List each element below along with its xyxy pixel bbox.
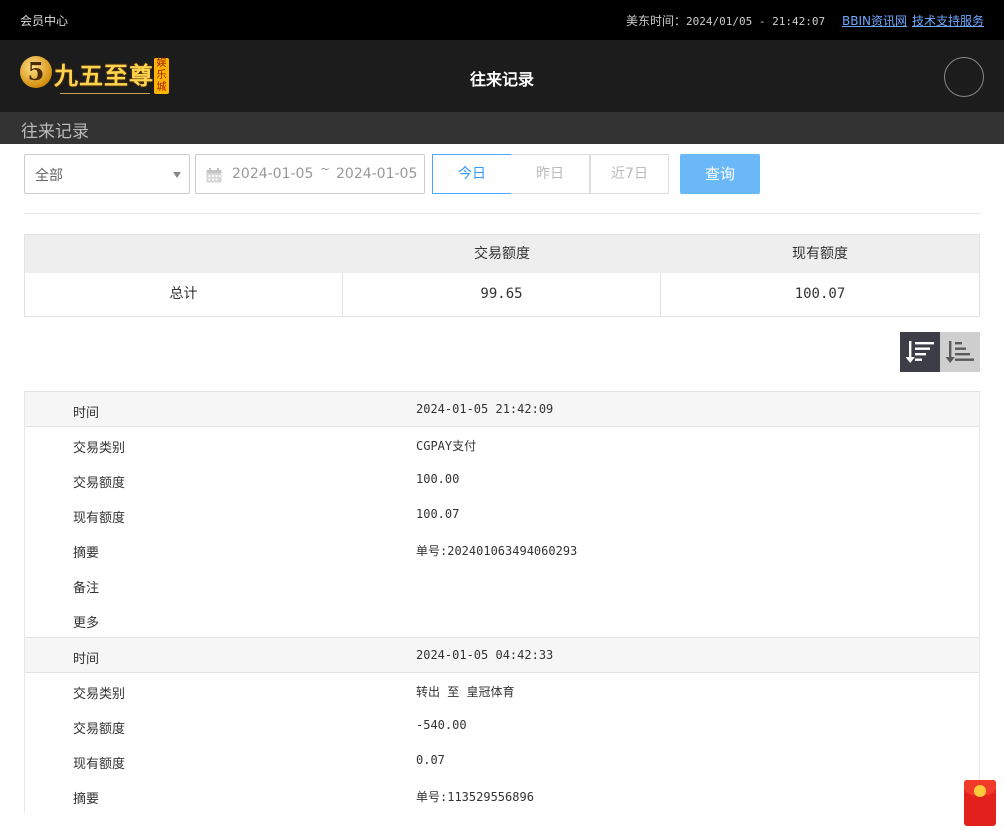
summary-header-cell: 现有额度 bbox=[792, 246, 848, 262]
records-list: 时间 2024-01-05 21:42:09 交易类别 CGPAY支付 交易额度… bbox=[24, 391, 980, 813]
calendar-icon bbox=[206, 168, 222, 183]
record-label: 交易额度 bbox=[73, 722, 126, 737]
record-more-row[interactable]: 更多 bbox=[25, 602, 979, 637]
top-bar: 会员中心 美东时间：2024/01/05 - 21:42:07 BBIN资讯网 … bbox=[0, 0, 1004, 40]
record-row: 时间 2024-01-05 21:42:09 bbox=[25, 391, 979, 427]
member-center-link[interactable]: 会员中心 bbox=[20, 12, 68, 29]
record-label: 时间 bbox=[73, 406, 100, 421]
record-value: 0.07 bbox=[416, 753, 445, 767]
record-value: 2024-01-05 04:42:33 bbox=[416, 648, 554, 662]
record-value: CGPAY支付 bbox=[416, 439, 477, 453]
record-row: 摘要 单号:202401063494060293 bbox=[25, 532, 979, 567]
est-time-value: 2024/01/05 - 21:42:07 bbox=[686, 15, 826, 28]
record-label: 现有额度 bbox=[73, 757, 126, 772]
record-card: 时间 2024-01-05 04:42:33 交易类别 转出 至 皇冠体育 交易… bbox=[25, 637, 979, 813]
record-value: 100.07 bbox=[416, 507, 460, 521]
record-value: 单号:202401063494060293 bbox=[416, 544, 578, 558]
record-label: 摘要 bbox=[73, 792, 100, 807]
filter-bar: 全部 2024-01-05 ~ 2024-01-05 今日 昨日 近7日 查询 bbox=[24, 154, 984, 194]
est-time: 美东时间：2024/01/05 - 21:42:07 bbox=[626, 12, 825, 29]
record-value: 单号:113529556896 bbox=[416, 790, 534, 804]
record-row: 现有额度 100.07 bbox=[25, 497, 979, 532]
type-select-value: 全部 bbox=[35, 168, 63, 184]
record-label: 交易类别 bbox=[73, 441, 126, 456]
divider bbox=[24, 213, 980, 214]
summary-header-cell bbox=[25, 235, 343, 273]
record-label: 备注 bbox=[73, 581, 100, 596]
header: 5 九五至尊 娱乐城 往来记录 bbox=[0, 40, 1004, 113]
section-title-bar: 往来记录 bbox=[0, 113, 1004, 144]
yesterday-button[interactable]: 昨日 bbox=[511, 154, 590, 194]
record-row: 交易额度 -540.00 bbox=[25, 708, 979, 743]
caret-down-icon bbox=[173, 172, 181, 178]
date-separator: ~ bbox=[320, 162, 331, 176]
today-button[interactable]: 今日 bbox=[432, 154, 512, 194]
sort-asc-icon bbox=[945, 341, 974, 363]
record-row: 交易额度 100.00 bbox=[25, 462, 979, 497]
record-value: -540.00 bbox=[416, 718, 467, 732]
record-row: 交易类别 转出 至 皇冠体育 bbox=[25, 673, 979, 708]
est-time-label: 美东时间： bbox=[626, 14, 687, 28]
record-label: 交易类别 bbox=[73, 687, 126, 702]
record-value: 100.00 bbox=[416, 472, 460, 486]
record-row: 备注 bbox=[25, 567, 979, 602]
summary-cell: 99.65 bbox=[343, 273, 661, 316]
summary-header-cell: 交易额度 bbox=[474, 246, 530, 262]
query-button[interactable]: 查询 bbox=[680, 154, 760, 194]
type-select[interactable]: 全部 bbox=[24, 154, 190, 194]
bbin-news-link[interactable]: BBIN资讯网 bbox=[842, 12, 907, 29]
summary-total-row: 总计 99.65 100.07 bbox=[25, 273, 979, 316]
record-label: 时间 bbox=[73, 652, 100, 667]
record-value: 2024-01-05 21:42:09 bbox=[416, 402, 554, 416]
record-card: 时间 2024-01-05 21:42:09 交易类别 CGPAY支付 交易额度… bbox=[25, 391, 979, 637]
summary-header-row: 交易额度 现有额度 bbox=[25, 235, 979, 273]
date-end: 2024-01-05 bbox=[336, 166, 418, 182]
record-row: 交易类别 CGPAY支付 bbox=[25, 427, 979, 462]
summary-cell: 100.07 bbox=[794, 286, 846, 302]
tech-support-link[interactable]: 技术支持服务 bbox=[912, 12, 984, 29]
record-value: 转出 至 皇冠体育 bbox=[416, 685, 515, 699]
date-start: 2024-01-05 bbox=[232, 166, 314, 182]
summary-table: 交易额度 现有额度 总计 99.65 100.07 bbox=[24, 234, 980, 317]
record-row: 摘要 单号:113529556896 bbox=[25, 778, 979, 813]
record-row: 现有额度 0.07 bbox=[25, 743, 979, 778]
record-more-label[interactable]: 更多 bbox=[73, 612, 99, 631]
red-packet-icon[interactable] bbox=[964, 780, 996, 826]
last-7-days-button[interactable]: 近7日 bbox=[590, 154, 669, 194]
red-packet-coin bbox=[974, 785, 986, 797]
date-range-input[interactable]: 2024-01-05 ~ 2024-01-05 bbox=[195, 154, 425, 194]
record-label: 现有额度 bbox=[73, 511, 126, 526]
avatar[interactable] bbox=[944, 57, 984, 97]
record-label: 交易额度 bbox=[73, 476, 126, 491]
page-title: 往来记录 bbox=[469, 70, 534, 89]
sort-desc-icon bbox=[905, 341, 934, 363]
section-title: 往来记录 bbox=[21, 122, 89, 142]
sort-asc-button[interactable] bbox=[940, 332, 980, 372]
record-label: 摘要 bbox=[73, 546, 100, 561]
sort-desc-button[interactable] bbox=[900, 332, 940, 372]
summary-cell: 总计 bbox=[25, 273, 343, 316]
record-row: 时间 2024-01-05 04:42:33 bbox=[25, 637, 979, 673]
